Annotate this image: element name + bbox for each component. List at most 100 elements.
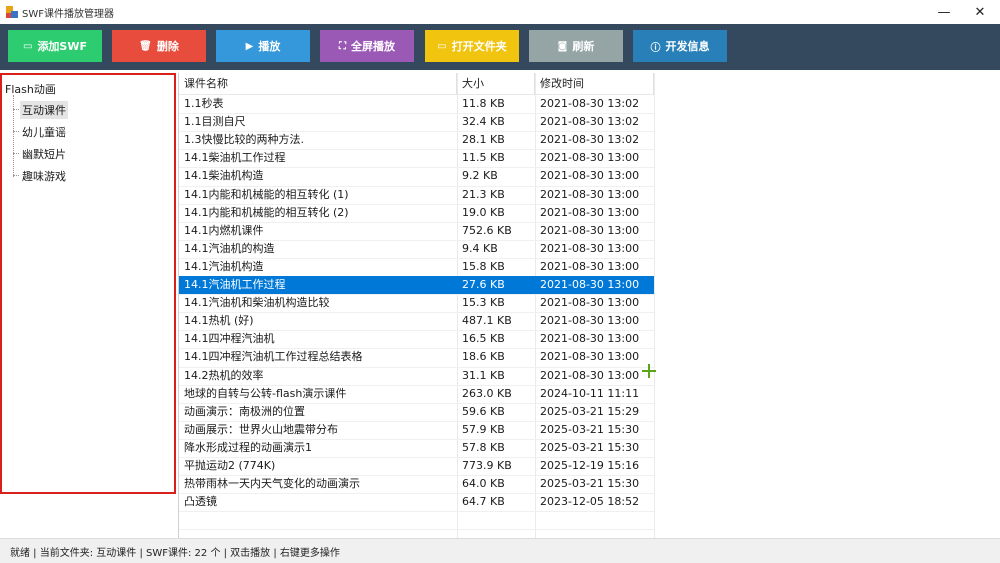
column-header-name[interactable]: 课件名称 bbox=[179, 73, 457, 95]
cell-time: 2021-08-30 13:02 bbox=[540, 133, 640, 147]
folder-add-icon: ▭ bbox=[22, 40, 33, 52]
cell-size: 64.0 KB bbox=[462, 477, 505, 491]
cell-size: 64.7 KB bbox=[462, 495, 505, 509]
developer-info-button[interactable]: ⓘ 开发信息 bbox=[633, 30, 727, 62]
open-folder-label: 打开文件夹 bbox=[451, 40, 507, 53]
info-icon: ⓘ bbox=[650, 42, 661, 54]
cell-size: 31.1 KB bbox=[462, 368, 505, 382]
cell-time: 2021-08-30 13:02 bbox=[540, 115, 640, 129]
table-row[interactable]: 1.3快慢比较的两种方法. 28.1 KB 2021-08-30 13:02 bbox=[179, 131, 654, 149]
play-button[interactable]: ▶ 播放 bbox=[216, 30, 310, 62]
cell-name: 1.1秒表 bbox=[184, 97, 224, 110]
cell-time: 2021-08-30 13:00 bbox=[540, 169, 640, 183]
cell-name: 14.1汽油机的构造 bbox=[184, 241, 275, 255]
cell-name: 热带雨林一天内天气变化的动画演示 bbox=[184, 477, 360, 491]
cell-name: 14.2热机的效率 bbox=[184, 368, 264, 382]
cell-name: 1.3快慢比较的两种方法. bbox=[184, 133, 304, 147]
table-row[interactable]: 14.1内燃机课件 752.6 KB 2021-08-30 13:00 bbox=[179, 222, 654, 240]
table-row[interactable]: 14.1四冲程汽油机 16.5 KB 2021-08-30 13:00 bbox=[179, 330, 654, 348]
table-row[interactable]: 14.2热机的效率 31.1 KB 2021-08-30 13:00 bbox=[179, 367, 654, 385]
table-row[interactable]: 动画演示：南极洲的位置 59.6 KB 2025-03-21 15:29 bbox=[179, 403, 654, 421]
tree-item-nursery-rhymes[interactable]: 幼儿童谣 bbox=[20, 123, 68, 141]
window-title: SWF课件播放管理器 bbox=[22, 8, 114, 20]
grid-line bbox=[179, 529, 654, 531]
cell-time: 2021-08-30 13:00 bbox=[540, 259, 640, 273]
refresh-button[interactable]: ◙ 刷新 bbox=[529, 30, 623, 62]
status-bar: 就绪 | 当前文件夹: 互动课件 | SWF课件: 22 个 | 双击播放 | … bbox=[0, 538, 1000, 563]
minimize-button[interactable]: — bbox=[926, 0, 962, 24]
cell-time: 2021-08-30 13:00 bbox=[540, 151, 640, 165]
crosshair-cursor-icon bbox=[642, 364, 656, 378]
sidebar-empty-area bbox=[0, 494, 178, 538]
cell-size: 57.8 KB bbox=[462, 440, 505, 454]
folder-icon: ▭ bbox=[437, 40, 447, 52]
cell-time: 2021-08-30 13:00 bbox=[540, 368, 640, 382]
table-row[interactable]: 动画展示：世界火山地震带分布 57.9 KB 2025-03-21 15:30 bbox=[179, 421, 654, 439]
cell-time: 2025-03-21 15:30 bbox=[540, 477, 640, 491]
cell-size: 263.0 KB bbox=[462, 386, 512, 400]
tree-item-interactive-courseware[interactable]: 互动课件 bbox=[20, 101, 68, 119]
play-icon: ▶ bbox=[245, 40, 254, 52]
table-row[interactable]: 14.1汽油机工作过程 27.6 KB 2021-08-30 13:00 bbox=[179, 276, 654, 294]
table-row[interactable]: 14.1柴油机工作过程 11.5 KB 2021-08-30 13:00 bbox=[179, 149, 654, 167]
cell-size: 11.8 KB bbox=[462, 97, 505, 110]
cell-size: 27.6 KB bbox=[462, 278, 505, 291]
table-row[interactable]: 降水形成过程的动画演示1 57.8 KB 2025-03-21 15:30 bbox=[179, 439, 654, 457]
cell-size: 11.5 KB bbox=[462, 151, 505, 165]
folder-tree: Flash动画 互动课件 幼儿童谣 幽默短片 趣味游戏 bbox=[0, 73, 176, 494]
cell-name: 1.1目测自尺 bbox=[184, 115, 246, 129]
grid-line bbox=[179, 511, 654, 513]
delete-button[interactable]: 🗑 删除 bbox=[112, 30, 206, 62]
cell-name: 动画展示：世界火山地震带分布 bbox=[184, 422, 338, 436]
table-row[interactable]: 14.1内能和机械能的相互转化 (2) 19.0 KB 2021-08-30 13:… bbox=[179, 204, 654, 222]
cell-time: 2021-08-30 13:00 bbox=[540, 296, 640, 310]
table-row[interactable]: 14.1汽油机的构造 9.4 KB 2021-08-30 13:00 bbox=[179, 240, 654, 258]
table-row[interactable]: 地球的自转与公转-flash演示课件 263.0 KB 2024-10-11 11:… bbox=[179, 385, 654, 403]
close-button[interactable]: ✕ bbox=[962, 0, 998, 24]
cell-size: 15.3 KB bbox=[462, 296, 505, 310]
cell-name: 14.1汽油机和柴油机构造比较 bbox=[184, 296, 330, 310]
open-folder-button[interactable]: ▭ 打开文件夹 bbox=[425, 30, 519, 62]
cell-name: 14.1四冲程汽油机 bbox=[184, 332, 275, 346]
table-row[interactable]: 凸透镜 64.7 KB 2023-12-05 18:52 bbox=[179, 493, 654, 511]
grid-line bbox=[654, 73, 655, 538]
table-row[interactable]: 14.1内能和机械能的相互转化 (1) 21.3 KB 2021-08-30 13:… bbox=[179, 186, 654, 204]
tree-item-humor-shorts[interactable]: 幽默短片 bbox=[20, 145, 68, 163]
table-row[interactable]: 1.1秒表 11.8 KB 2021-08-30 13:02 bbox=[179, 95, 654, 113]
cell-time: 2021-08-30 13:00 bbox=[540, 332, 640, 346]
fullscreen-icon: ⛶ bbox=[339, 40, 346, 52]
cell-size: 28.1 KB bbox=[462, 133, 505, 147]
app-icon bbox=[6, 6, 18, 18]
table-row[interactable]: 热带雨林一天内天气变化的动画演示 64.0 KB 2025-03-21 15:30 bbox=[179, 475, 654, 493]
cell-size: 752.6 KB bbox=[462, 223, 512, 237]
table-row[interactable]: 14.1四冲程汽油机工作过程总结表格 18.6 KB 2021-08-30 13:0… bbox=[179, 348, 654, 366]
fullscreen-play-label: 全屏播放 bbox=[351, 40, 395, 53]
cell-time: 2025-12-19 15:16 bbox=[540, 459, 640, 472]
table-row[interactable]: 1.1目测自尺 32.4 KB 2021-08-30 13:02 bbox=[179, 113, 654, 131]
cell-time: 2024-10-11 11:11 bbox=[540, 386, 640, 400]
cell-time: 2025-03-21 15:29 bbox=[540, 404, 640, 418]
column-header-time[interactable]: 修改时间 bbox=[535, 73, 654, 95]
cell-size: 487.1 KB bbox=[462, 314, 512, 328]
tree-connector bbox=[13, 95, 14, 177]
add-swf-label: 添加SWF bbox=[37, 40, 88, 53]
table-row[interactable]: 14.1热机 (好) 487.1 KB 2021-08-30 13:00 bbox=[179, 312, 654, 330]
column-header-size[interactable]: 大小 bbox=[457, 73, 535, 95]
cell-name: 平抛运动2 (774K) bbox=[184, 459, 276, 472]
cell-size: 59.6 KB bbox=[462, 404, 505, 418]
tree-item-fun-games[interactable]: 趣味游戏 bbox=[20, 167, 68, 185]
table-row[interactable]: 14.1汽油机和柴油机构造比较 15.3 KB 2021-08-30 13:00 bbox=[179, 294, 654, 312]
table-row[interactable]: 平抛运动2 (774K) 773.9 KB 2025-12-19 15:16 bbox=[179, 457, 654, 475]
refresh-icon: ◙ bbox=[557, 40, 568, 52]
table-row[interactable]: 14.1柴油机构造 9.2 KB 2021-08-30 13:00 bbox=[179, 167, 654, 185]
cell-name: 动画演示：南极洲的位置 bbox=[184, 404, 305, 418]
cell-time: 2025-03-21 15:30 bbox=[540, 422, 640, 436]
table-row[interactable]: 14.1汽油机构造 15.8 KB 2021-08-30 13:00 bbox=[179, 258, 654, 276]
add-swf-button[interactable]: ▭ 添加SWF bbox=[8, 30, 102, 62]
cell-size: 32.4 KB bbox=[462, 115, 505, 129]
fullscreen-play-button[interactable]: ⛶ 全屏播放 bbox=[320, 30, 414, 62]
cell-time: 2021-08-30 13:00 bbox=[540, 314, 640, 328]
cell-name: 凸透镜 bbox=[184, 495, 217, 509]
cell-size: 19.0 KB bbox=[462, 205, 505, 219]
cell-time: 2021-08-30 13:00 bbox=[540, 205, 640, 219]
